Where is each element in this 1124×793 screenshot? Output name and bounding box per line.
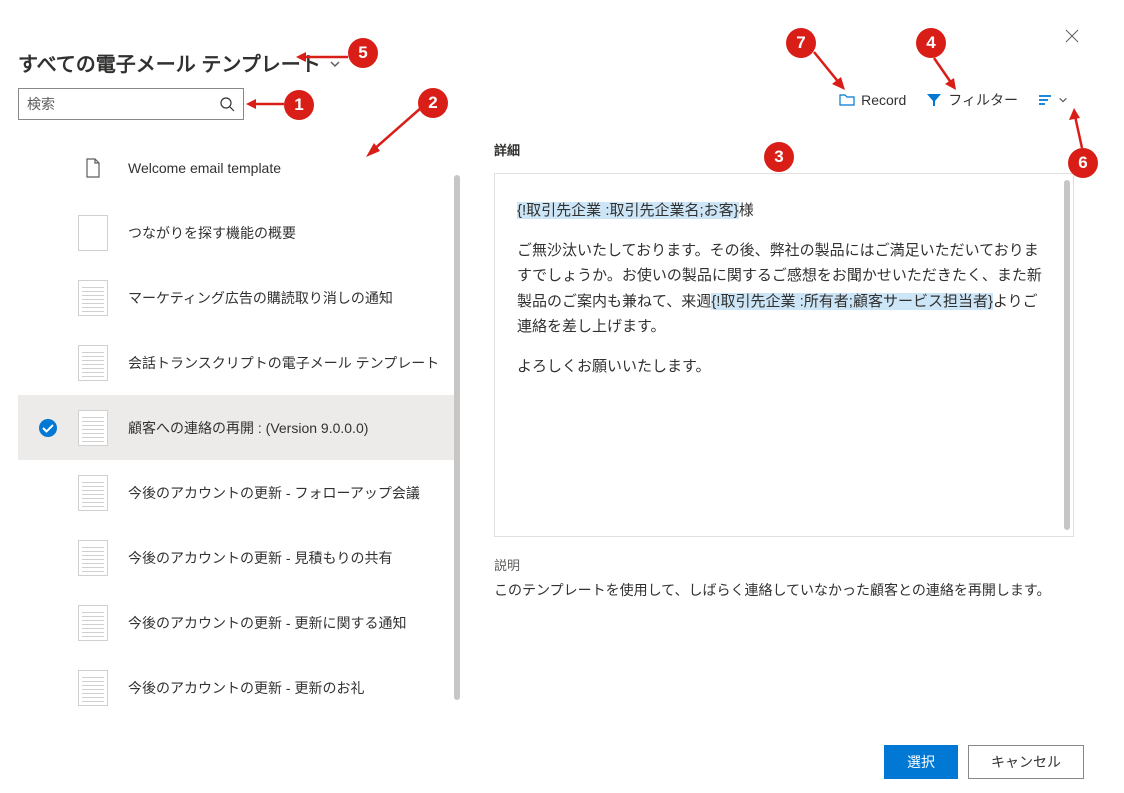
merge-field-1: {!取引先企業 :取引先企業名;お客} [517,202,739,219]
thumbnail-icon [78,215,108,251]
callout-2: 2 [418,88,448,118]
select-button[interactable]: 選択 [884,745,958,779]
close-button[interactable] [1064,28,1080,44]
list-item[interactable]: 今後のアカウントの更新 - 更新のお礼 [18,655,460,715]
detail-scrollbar[interactable] [1064,180,1070,530]
thumbnail-icon [78,540,108,576]
arrow-2 [360,103,430,166]
detail-body: {!取引先企業 :取引先企業名;お客}様 ご無沙汰いたしております。その後、弊社… [494,173,1074,537]
list-item[interactable]: 今後のアカウントの更新 - 更新に関する通知 [18,590,460,655]
cancel-button[interactable]: キャンセル [968,745,1084,779]
list-item-label: 会話トランスクリプトの電子メール テンプレート [128,353,439,373]
thumbnail-icon [78,670,108,706]
list-item-label: マーケティング広告の購読取り消しの通知 [128,288,393,308]
more-options-button[interactable] [1038,93,1068,107]
list-item-label: 今後のアカウントの更新 - フォローアップ会議 [128,483,420,503]
thumbnail-icon [78,150,108,186]
list-item-label: Welcome email template [128,160,281,176]
description-text: このテンプレートを使用して、しばらく連絡していなかった顧客との連絡を再開します。 [494,580,1074,600]
thumbnail-icon [78,605,108,641]
list-item-label: 今後のアカウントの更新 - 更新のお礼 [128,678,364,698]
arrow-4 [930,56,960,95]
search-input[interactable] [27,96,219,112]
arrow-7 [810,50,850,97]
list-scrollbar[interactable] [454,175,460,700]
record-label: Record [861,92,906,108]
list-item[interactable]: マーケティング広告の購読取り消しの通知 [18,265,460,330]
list-item-label: つながりを探す機能の概要 [128,223,296,243]
description-header: 説明 [494,555,1074,574]
arrow-1 [246,96,286,115]
thumbnail-icon [78,345,108,381]
list-item[interactable]: 今後のアカウントの更新 - 見積もりの共有 [18,525,460,590]
search-icon[interactable] [219,96,235,112]
arrow-6 [1068,108,1090,153]
list-item[interactable]: 会話トランスクリプトの電子メール テンプレート [18,330,460,395]
callout-4: 4 [916,28,946,58]
arrow-5 [296,50,350,67]
checkmark-icon [38,418,58,438]
callout-3: 3 [764,142,794,172]
thumbnail-icon [78,280,108,316]
detail-panel: 詳細 {!取引先企業 :取引先企業名;お客}様 ご無沙汰いたしております。その後… [494,140,1074,600]
callout-1: 1 [284,90,314,120]
list-item-label: 顧客への連絡の再開 : (Version 9.0.0.0) [128,418,368,438]
callout-5: 5 [348,38,378,68]
thumbnail-icon [78,410,108,446]
page-title: すべての電子メール テンプレート [18,48,321,77]
thumbnail-icon [78,475,108,511]
callout-6: 6 [1068,148,1098,178]
list-item[interactable]: 今後のアカウントの更新 - フォローアップ会議 [18,460,460,525]
list-item-label: 今後のアカウントの更新 - 見積もりの共有 [128,548,392,568]
merge-field-2: {!取引先企業 :所有者;顧客サービス担当者} [711,293,993,310]
callout-7: 7 [786,28,816,58]
list-item-label: 今後のアカウントの更新 - 更新に関する通知 [128,613,406,633]
list-item[interactable]: 顧客への連絡の再開 : (Version 9.0.0.0) [18,395,460,460]
search-container [18,88,244,120]
template-list: Welcome email template つながりを探す機能の概要マーケティン… [18,135,460,715]
list-item[interactable]: つながりを探す機能の概要 [18,200,460,265]
action-bar: 選択 キャンセル [884,745,1084,779]
